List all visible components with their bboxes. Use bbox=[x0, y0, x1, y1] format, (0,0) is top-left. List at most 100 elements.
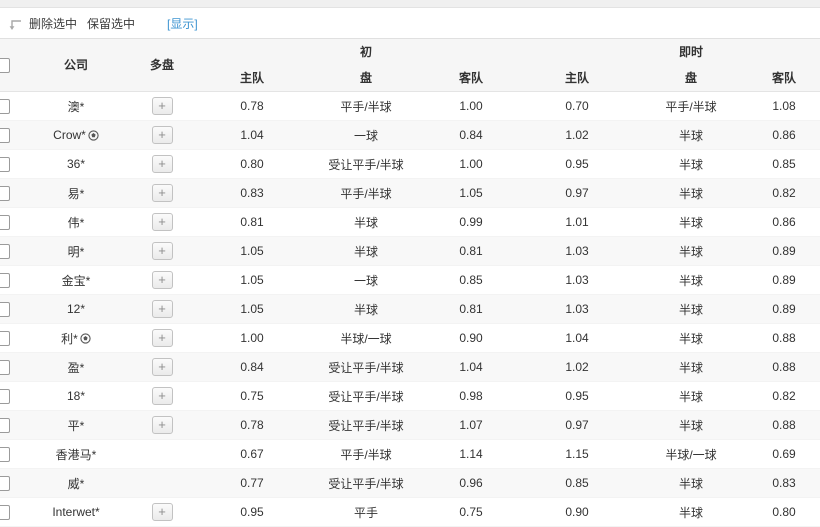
live-away-odds: 0.89 bbox=[772, 302, 796, 316]
live-away-odds: 0.89 bbox=[772, 273, 796, 287]
company-name: 盈* bbox=[67, 360, 85, 375]
live-away-odds: 0.69 bbox=[772, 447, 796, 461]
company-cell: 易* bbox=[22, 185, 130, 202]
multi-cell: + bbox=[130, 358, 194, 376]
soccer-ball-icon bbox=[88, 129, 99, 141]
header-initial-line2: 盘 bbox=[359, 71, 372, 85]
expand-odds-button[interactable]: + bbox=[151, 387, 173, 405]
row-checkbox[interactable] bbox=[0, 475, 10, 491]
company-cell: Interwet* bbox=[22, 505, 130, 519]
company-name: 明* bbox=[67, 244, 85, 259]
row-checkbox[interactable] bbox=[0, 156, 10, 172]
live-home-odds: 1.03 bbox=[565, 244, 589, 258]
expand-odds-button[interactable]: + bbox=[151, 126, 173, 144]
initial-away-odds: 0.98 bbox=[459, 389, 483, 403]
table-row: 伟* + 0.81 半球 0.99 1.01 半球 0.86 bbox=[0, 208, 820, 237]
company-name: 12* bbox=[66, 302, 86, 316]
initial-handicap: 受让平手/半球 bbox=[328, 389, 404, 404]
row-checkbox-cell bbox=[0, 272, 22, 288]
company-name: 36* bbox=[66, 157, 86, 171]
expand-odds-button[interactable]: + bbox=[151, 503, 173, 521]
table-header-row: 公司 多盘 主队 初 盘 客队 主队 即时 盘 客队 bbox=[0, 39, 820, 92]
header-live-handicap: 即时 盘 bbox=[634, 39, 748, 91]
expand-odds-button[interactable]: + bbox=[151, 271, 173, 289]
live-away-odds: 0.83 bbox=[772, 476, 796, 490]
initial-home-odds: 1.05 bbox=[240, 244, 264, 258]
initial-handicap: 平手/半球 bbox=[340, 447, 392, 462]
company-cell: 香港马* bbox=[22, 446, 130, 463]
row-checkbox[interactable] bbox=[0, 214, 10, 230]
row-checkbox[interactable] bbox=[0, 98, 10, 114]
row-checkbox[interactable] bbox=[0, 330, 10, 346]
row-checkbox-cell bbox=[0, 359, 22, 375]
expand-odds-button[interactable]: + bbox=[151, 213, 173, 231]
row-checkbox[interactable] bbox=[0, 446, 10, 462]
initial-home-odds: 0.77 bbox=[240, 476, 264, 490]
live-home-odds: 0.95 bbox=[565, 157, 589, 171]
company-cell: 金宝* bbox=[22, 272, 130, 289]
header-company: 公司 bbox=[63, 58, 88, 72]
initial-away-odds: 1.04 bbox=[459, 360, 483, 374]
initial-away-odds: 0.96 bbox=[459, 476, 483, 490]
live-home-odds: 1.03 bbox=[565, 302, 589, 316]
row-checkbox-cell bbox=[0, 388, 22, 404]
live-home-odds: 0.90 bbox=[565, 505, 589, 519]
live-away-odds: 0.88 bbox=[772, 418, 796, 432]
table-body: 澳* + 0.78 平手/半球 1.00 0.70 平手/半球 1.08 Cro… bbox=[0, 92, 820, 527]
row-checkbox-cell bbox=[0, 185, 22, 201]
initial-home-odds: 1.00 bbox=[240, 331, 264, 345]
company-cell: 18* bbox=[22, 389, 130, 403]
row-checkbox[interactable] bbox=[0, 388, 10, 404]
row-checkbox-cell bbox=[0, 504, 22, 520]
row-checkbox[interactable] bbox=[0, 185, 10, 201]
row-checkbox[interactable] bbox=[0, 272, 10, 288]
company-cell: 平* bbox=[22, 417, 130, 434]
initial-away-odds: 0.75 bbox=[459, 505, 483, 519]
expand-odds-button[interactable]: + bbox=[151, 329, 173, 347]
header-live-home: 主队 bbox=[564, 71, 589, 85]
initial-home-odds: 0.84 bbox=[240, 360, 264, 374]
select-all-checkbox[interactable] bbox=[0, 57, 10, 73]
row-checkbox-cell bbox=[0, 301, 22, 317]
initial-handicap: 平手/半球 bbox=[340, 186, 392, 201]
expand-odds-button[interactable]: + bbox=[151, 300, 173, 318]
initial-home-odds: 0.67 bbox=[240, 447, 264, 461]
initial-away-odds: 1.14 bbox=[459, 447, 483, 461]
row-checkbox[interactable] bbox=[0, 243, 10, 259]
multi-cell: + bbox=[130, 155, 194, 173]
multi-cell: + bbox=[130, 387, 194, 405]
expand-odds-button[interactable]: + bbox=[151, 242, 173, 260]
show-link[interactable]: [显示] bbox=[167, 15, 198, 32]
row-checkbox-cell bbox=[0, 156, 22, 172]
table-row: 澳* + 0.78 平手/半球 1.00 0.70 平手/半球 1.08 bbox=[0, 92, 820, 121]
live-home-odds: 1.01 bbox=[565, 215, 589, 229]
header-initial-handicap: 初 盘 bbox=[310, 39, 422, 91]
expand-odds-button[interactable]: + bbox=[151, 358, 173, 376]
live-handicap: 半球 bbox=[678, 215, 703, 230]
expand-odds-button[interactable]: + bbox=[151, 184, 173, 202]
row-checkbox[interactable] bbox=[0, 417, 10, 433]
multi-cell: + bbox=[130, 184, 194, 202]
row-checkbox-cell bbox=[0, 330, 22, 346]
expand-odds-button[interactable]: + bbox=[151, 155, 173, 173]
row-checkbox[interactable] bbox=[0, 359, 10, 375]
initial-away-odds: 0.84 bbox=[459, 128, 483, 142]
row-checkbox[interactable] bbox=[0, 127, 10, 143]
live-handicap: 半球/一球 bbox=[665, 447, 717, 462]
keep-selected-button[interactable]: 保留选中 bbox=[87, 15, 135, 32]
delete-selected-button[interactable]: 删除选中 bbox=[29, 15, 77, 32]
initial-home-odds: 1.05 bbox=[240, 273, 264, 287]
row-checkbox[interactable] bbox=[0, 504, 10, 520]
expand-odds-button[interactable]: + bbox=[151, 97, 173, 115]
table-row: 易* + 0.83 平手/半球 1.05 0.97 半球 0.82 bbox=[0, 179, 820, 208]
company-name: Crow* bbox=[53, 128, 86, 142]
live-handicap: 半球 bbox=[678, 360, 703, 375]
row-checkbox-cell bbox=[0, 98, 22, 114]
live-home-odds: 0.95 bbox=[565, 389, 589, 403]
expand-odds-button[interactable]: + bbox=[151, 416, 173, 434]
live-handicap: 半球 bbox=[678, 157, 703, 172]
initial-away-odds: 0.85 bbox=[459, 273, 483, 287]
initial-handicap: 受让平手/半球 bbox=[328, 157, 404, 172]
header-initial-line1: 初 bbox=[359, 45, 372, 59]
row-checkbox[interactable] bbox=[0, 301, 10, 317]
